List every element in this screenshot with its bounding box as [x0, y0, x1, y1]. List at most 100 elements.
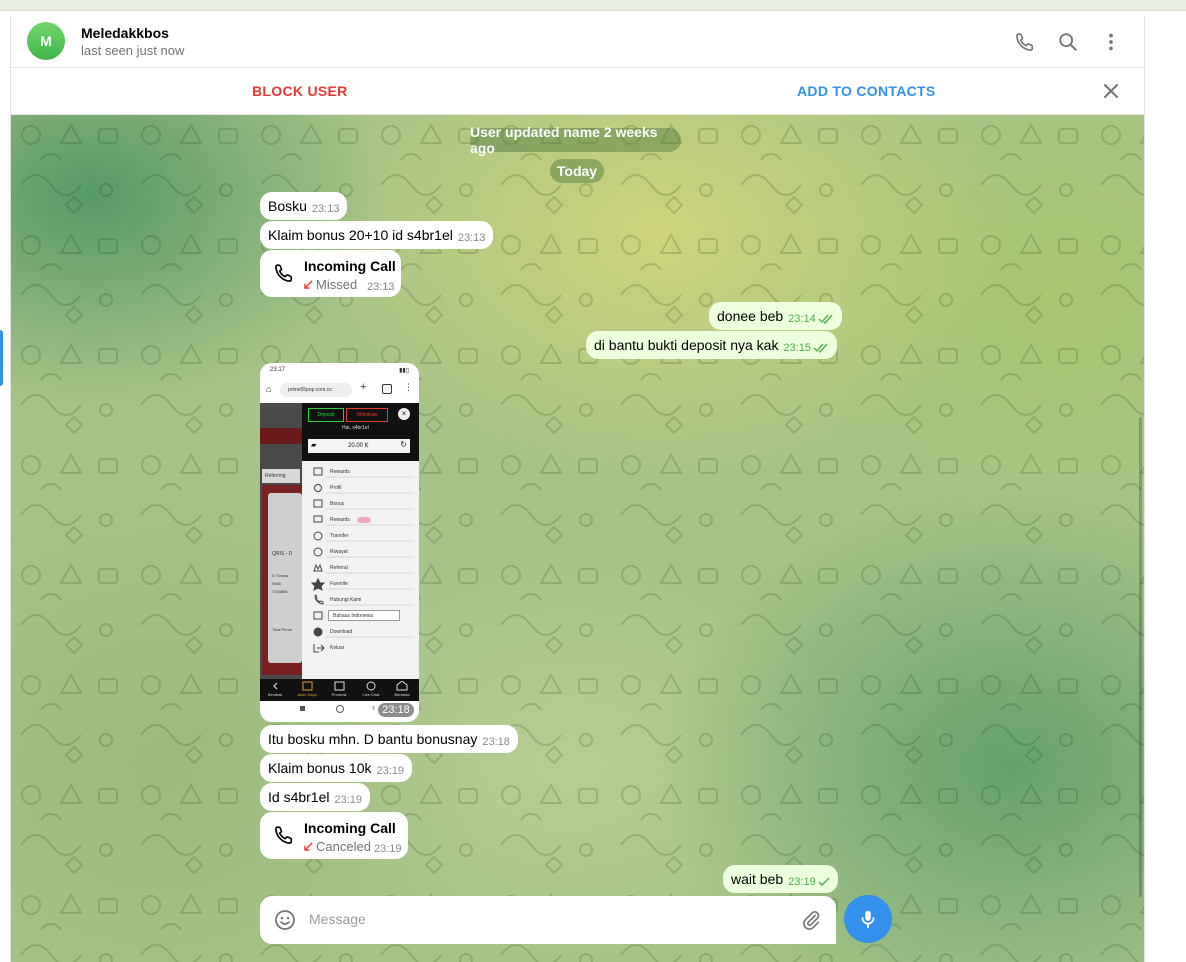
outgoing-message[interactable]: di bantu bukti deposit nya kak 23:15 [586, 331, 837, 359]
message-text: Itu bosku mhn. D bantu bonusnay [268, 731, 478, 747]
close-icon: × [398, 408, 410, 420]
date-separator: Today [550, 159, 604, 183]
missed-call-arrow-icon [304, 842, 313, 851]
call-status-text: Missed [316, 277, 358, 292]
paperclip-icon [803, 911, 820, 930]
wallpaper-pattern [11, 115, 1144, 962]
withdraw-button: Withdraw [346, 408, 388, 422]
attach-button[interactable] [800, 909, 822, 931]
message-time: 23:13 [311, 203, 340, 215]
message-time: 23:13 [367, 281, 395, 293]
message-input[interactable]: Message [309, 911, 366, 927]
back-icon: ‹ [372, 702, 375, 712]
account-menu: Rewards Profil Bonus Rewards Transfer Ri… [302, 461, 419, 679]
phone-page: Referring QRIS - D D Transa 9565 7334855… [260, 403, 419, 679]
block-user-button[interactable]: BLOCK USER [252, 83, 348, 99]
outgoing-message[interactable]: donee beb 23:14 [709, 302, 842, 330]
message-text: Bosku [268, 198, 307, 214]
home-icon: ⌂ [266, 384, 272, 394]
message-time: 23:18 [482, 736, 510, 748]
scrollbar[interactable] [1139, 417, 1142, 897]
incoming-message[interactable]: Id s4br1el 23:19 [260, 783, 371, 811]
more-vertical-icon [1109, 33, 1113, 51]
smile-icon [275, 910, 295, 930]
call-title: Incoming Call [304, 820, 396, 836]
balance-amount: 20.00 K [348, 443, 369, 449]
close-action-bar-button[interactable] [1100, 80, 1122, 102]
call-status-text: Canceled [316, 839, 371, 854]
message-time: 23:19 [334, 794, 363, 806]
incoming-call-message[interactable]: Incoming Call Canceled 23:19 [260, 812, 408, 859]
balance-box: ▰ 20.00 K ↻ [308, 439, 410, 453]
browser-bar: ⌂ prime55pop.com.co + ⋮ [260, 377, 419, 403]
message-time: 23:19 [374, 843, 402, 855]
side-text: D Transa [272, 573, 289, 578]
menu-icons [310, 467, 414, 653]
greeting-text: Hai, s4br1el [342, 425, 369, 431]
account-drawer-header: Deposit Withdraw × Hai, s4br1el ▰ 20.00 … [302, 403, 419, 461]
phone-status-bar: 23:17 ▮▮▯ [260, 363, 419, 377]
incoming-call-message[interactable]: Incoming Call Missed 23:13 [260, 250, 401, 297]
voice-record-button[interactable] [844, 895, 892, 943]
address-bar: prime55pop.com.co [280, 383, 352, 397]
home-icon [336, 705, 344, 713]
message-text: Id s4br1el [268, 789, 330, 805]
phone-icon [275, 826, 293, 844]
search-icon [1059, 33, 1077, 51]
phone-bottom-nav: Kembali Akun Saya Promosi Live Chat Bera… [260, 679, 419, 701]
nav-item: Live Chat [362, 692, 380, 697]
message-time: 23:13 [457, 232, 486, 244]
avatar[interactable]: M [27, 22, 65, 60]
side-card: QRIS - D D Transa 9565 7334855 Total Pem… [268, 493, 302, 663]
service-message: User updated name 2 weeks ago [470, 124, 681, 156]
call-status: Canceled [304, 839, 371, 854]
call-button[interactable] [1011, 28, 1039, 56]
incoming-message[interactable]: Klaim bonus 20+10 id s4br1el 23:13 [260, 221, 494, 249]
call-title: Incoming Call [304, 258, 396, 274]
wallet-icon: ▰ [311, 442, 317, 449]
phone-clock: 23:17 [270, 367, 286, 373]
chat-header[interactable]: M Meledakkbos last seen just now [11, 16, 1144, 68]
side-text: Referring [262, 469, 300, 483]
message-text: Klaim bonus 10k [268, 760, 372, 776]
chat-list-selection-indicator [0, 330, 3, 386]
double-check-icon [818, 314, 833, 324]
call-status: Missed [304, 277, 357, 292]
photo-message[interactable]: 23:17 ▮▮▯ ⌂ prime55pop.com.co + ⋮ Referr… [260, 363, 419, 722]
refresh-icon: ↻ [400, 440, 407, 449]
incoming-message[interactable]: Itu bosku mhn. D bantu bonusnay 23:18 [260, 725, 518, 753]
nav-item: Beranda [394, 692, 410, 697]
message-time: 23:18 [378, 703, 414, 717]
side-text: 7334855 [272, 589, 288, 594]
add-to-contacts-button[interactable]: ADD TO CONTACTS [797, 83, 936, 99]
message-composer[interactable]: Message [260, 896, 836, 944]
nav-icons [273, 681, 408, 691]
contact-action-bar: BLOCK USER ADD TO CONTACTS [11, 68, 1144, 115]
outgoing-message[interactable]: wait beb 23:19 [723, 865, 838, 893]
message-list[interactable]: User updated name 2 weeks ago Today Bosk… [11, 115, 1144, 962]
incoming-message[interactable]: Klaim bonus 10k 23:19 [260, 754, 413, 782]
chat-title[interactable]: Meledakkbos [81, 25, 169, 41]
more-menu-button[interactable] [1097, 28, 1125, 56]
phone-system-nav: ‹ 23:18 [260, 701, 419, 722]
message-time: 23:15 [783, 342, 811, 354]
browser-top-strip [0, 0, 1186, 11]
emoji-button[interactable] [274, 909, 296, 931]
message-time: 23:19 [788, 876, 816, 888]
single-check-icon [818, 877, 830, 886]
side-panel: QRIS - D D Transa 9565 7334855 Total Pem… [262, 485, 302, 675]
message-time: 23:19 [376, 765, 405, 777]
nav-item: Promosi [331, 692, 347, 697]
message-text: donee beb [717, 308, 784, 324]
nav-item: Akun Saya [297, 692, 317, 697]
side-text: QRIS - D [272, 551, 293, 557]
search-button[interactable] [1054, 28, 1082, 56]
phone-battery-icon: ▮▮▯ [399, 368, 409, 374]
message-text: wait beb [731, 871, 784, 887]
side-text: 9565 [272, 581, 281, 586]
double-check-icon [813, 343, 828, 353]
missed-call-arrow-icon [304, 280, 313, 289]
incoming-message[interactable]: Bosku 23:13 [260, 192, 348, 220]
deposit-button: Deposit [308, 408, 344, 422]
side-text: Total Pemb [272, 627, 293, 632]
